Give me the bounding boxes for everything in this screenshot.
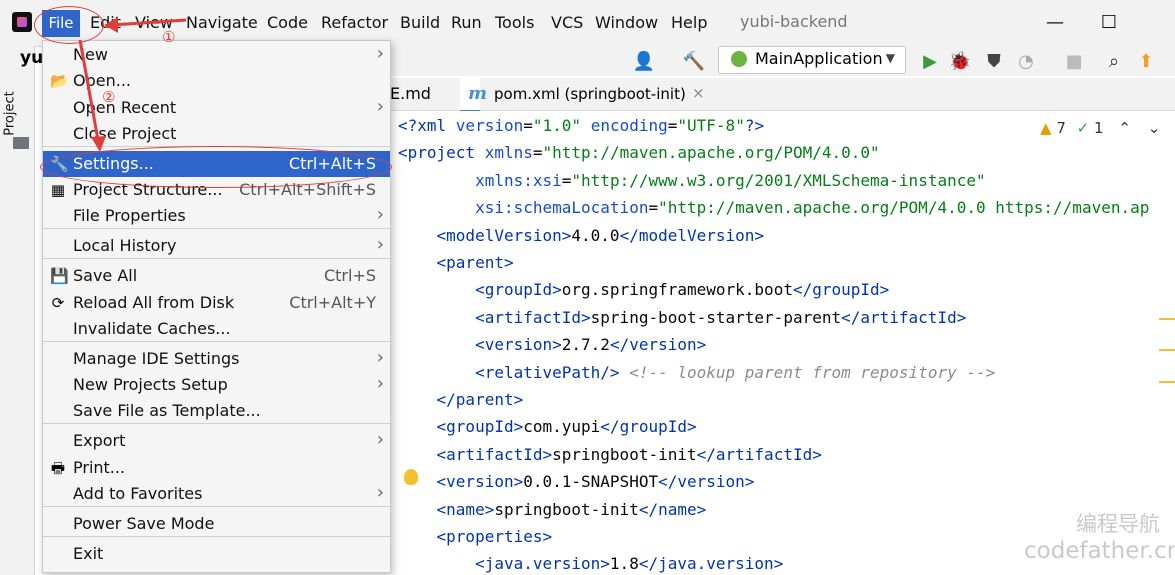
arrow-1-line <box>111 18 187 27</box>
watermark-url: codefather.cn <box>1024 538 1175 564</box>
watermark-cn: 编程导航 <box>1076 512 1160 536</box>
arrow-1-head <box>104 17 118 33</box>
arrow-2-line <box>78 39 100 141</box>
annotation-arrows <box>78 17 187 152</box>
arrow-2-head <box>91 136 106 152</box>
